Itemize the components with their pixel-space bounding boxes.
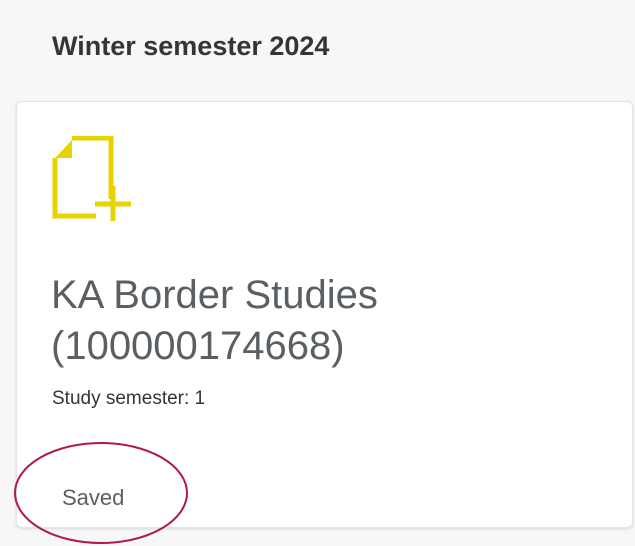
status-label: Saved xyxy=(62,485,125,510)
section-title: Winter semester 2024 xyxy=(52,31,330,61)
study-card[interactable]: KA Border Studies (100000174668) Study s… xyxy=(16,101,633,528)
card-title-name: KA Border Studies xyxy=(51,273,378,317)
study-semester-text: Study semester: 1 xyxy=(52,388,206,409)
document-add-icon xyxy=(52,136,131,221)
card-title-id: (100000174668) xyxy=(51,324,345,368)
card-title: KA Border Studies (100000174668) xyxy=(51,270,611,372)
